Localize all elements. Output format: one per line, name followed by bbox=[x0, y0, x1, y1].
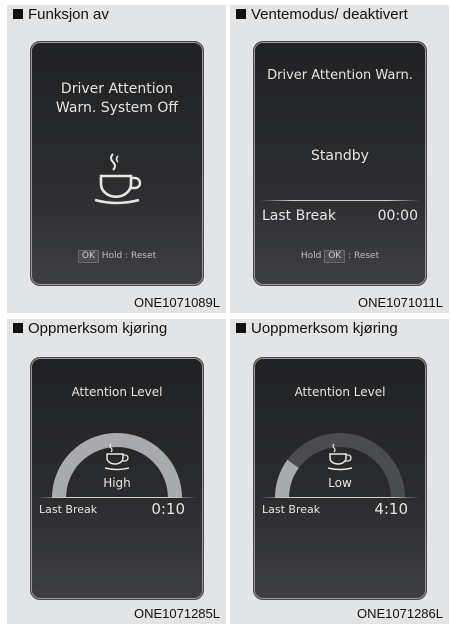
divider bbox=[37, 497, 197, 498]
reset-hint: Hold OK : Reset bbox=[254, 250, 426, 263]
figure-code: ONE1071011L bbox=[357, 295, 443, 310]
cluster-screen: Driver Attention Warn. Standby Last Brea… bbox=[253, 41, 427, 286]
cluster-screen: Attention Level High Last Break 0:10 bbox=[30, 357, 204, 600]
panel-heading: Funksjon av bbox=[13, 7, 218, 22]
last-break-label: Last Break bbox=[262, 503, 321, 516]
hint-prefix: Hold bbox=[300, 251, 322, 261]
figure-code: ONE1071089L bbox=[133, 295, 220, 310]
cluster-screen: Attention Level Low Last Break 4:10 bbox=[253, 357, 427, 600]
heading-text: Ventemodus/ deaktivert bbox=[251, 6, 408, 23]
coffee-cup-icon bbox=[104, 443, 130, 471]
divider bbox=[260, 200, 420, 201]
screen-title: Attention Level bbox=[71, 385, 163, 399]
level-label: Low bbox=[328, 476, 352, 490]
cluster-screen: Driver Attention Warn. System Off OK Hol… bbox=[30, 41, 204, 286]
square-bullet-icon bbox=[13, 323, 23, 333]
panel-inattentive: Uoppmerksom kjøring Attention Level Low … bbox=[230, 319, 449, 624]
coffee-cup-icon bbox=[327, 443, 353, 471]
level-label: High bbox=[103, 476, 131, 490]
attention-gauge bbox=[275, 433, 405, 499]
square-bullet-icon bbox=[236, 323, 246, 333]
last-break-label: Last Break bbox=[262, 208, 336, 224]
hint-suffix: : Reset bbox=[348, 251, 380, 261]
panel-heading: Ventemodus/ deaktivert bbox=[236, 7, 441, 22]
panel-standby: Ventemodus/ deaktivert Driver Attention … bbox=[230, 5, 449, 313]
figure-code: ONE1071285L bbox=[133, 606, 220, 621]
screen-title: Driver Attention Warn. System Off bbox=[55, 81, 179, 116]
figure-code: ONE1071286L bbox=[356, 606, 443, 621]
reset-hint: OK Hold : Reset bbox=[31, 250, 203, 263]
divider bbox=[260, 497, 420, 498]
last-break-label: Last Break bbox=[39, 503, 98, 516]
status-text: Standby bbox=[311, 148, 369, 164]
heading-text: Uoppmerksom kjøring bbox=[251, 320, 398, 337]
panel-heading: Oppmerksom kjøring bbox=[13, 321, 218, 336]
ok-key-icon: OK bbox=[324, 250, 346, 263]
last-break-value: 00:00 bbox=[377, 208, 418, 224]
panel-attentive: Oppmerksom kjøring Attention Level High … bbox=[7, 319, 226, 624]
screen-title: Driver Attention Warn. bbox=[267, 68, 413, 83]
attention-gauge bbox=[52, 433, 182, 499]
last-break-value: 0:10 bbox=[151, 500, 185, 518]
heading-text: Funksjon av bbox=[28, 6, 109, 23]
heading-text: Oppmerksom kjøring bbox=[28, 320, 168, 337]
square-bullet-icon bbox=[236, 9, 246, 19]
screen-title: Attention Level bbox=[294, 385, 386, 399]
panel-function-off: Funksjon av Driver Attention Warn. Syste… bbox=[7, 5, 226, 313]
panel-heading: Uoppmerksom kjøring bbox=[236, 321, 441, 336]
coffee-cup-icon bbox=[94, 153, 142, 205]
ok-key-icon: OK bbox=[77, 250, 99, 263]
square-bullet-icon bbox=[13, 9, 23, 19]
last-break-value: 4:10 bbox=[374, 500, 408, 518]
hint-text: Hold : Reset bbox=[101, 251, 157, 261]
